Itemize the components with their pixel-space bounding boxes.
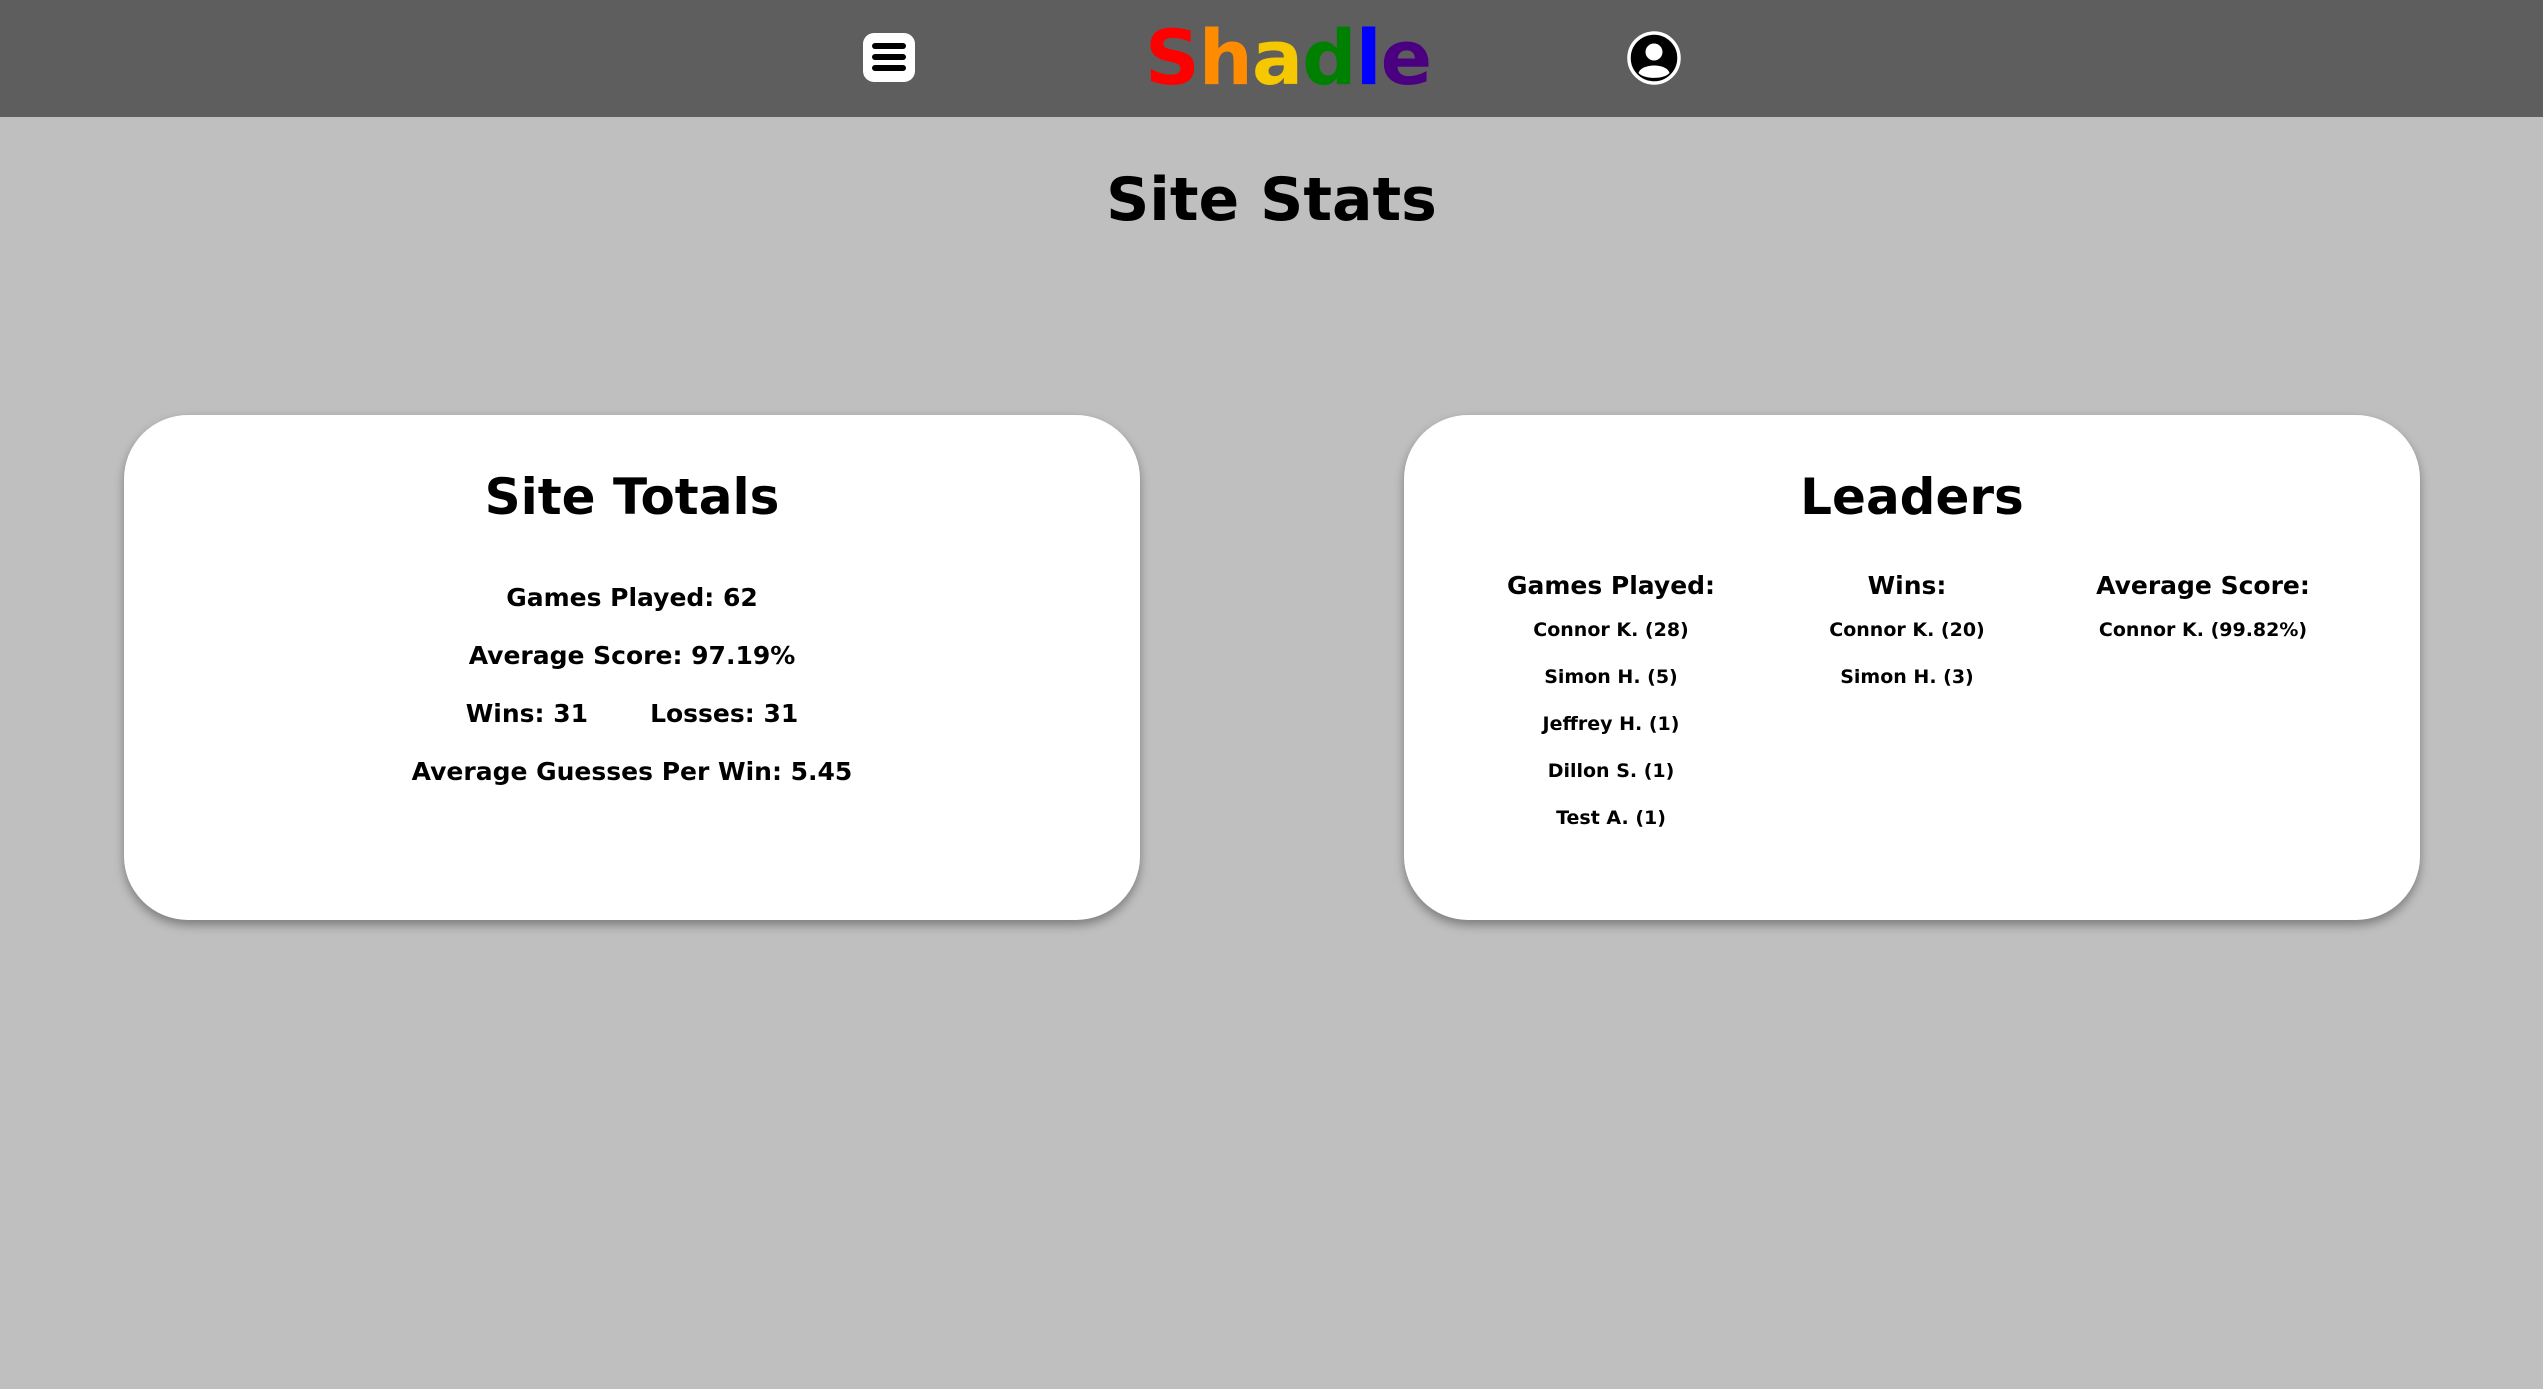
losses-stat: Losses: 31 xyxy=(650,699,799,728)
top-nav-bar: Shadle xyxy=(0,0,2543,117)
leaders-column-heading: Games Played: xyxy=(1506,571,1716,600)
leaders-column-heading: Average Score: xyxy=(2096,571,2310,600)
leader-entry: Connor K. (20) xyxy=(1829,619,1985,641)
logo-letter: d xyxy=(1302,13,1356,102)
leader-entry: Simon H. (3) xyxy=(1840,666,1974,688)
leader-entry: Test A. (1) xyxy=(1556,807,1666,829)
user-circle-icon xyxy=(1627,31,1681,85)
shadle-logo[interactable]: Shadle xyxy=(1145,13,1432,102)
average-score-leaders: Average Score: Connor K. (99.82%) xyxy=(2053,569,2353,665)
profile-button[interactable] xyxy=(1627,31,1681,85)
menu-button[interactable] xyxy=(863,33,915,82)
leader-entry: Connor K. (99.82%) xyxy=(2098,619,2308,641)
site-totals-card: Site Totals Games Played: 62 Average Sco… xyxy=(124,415,1140,920)
leader-entry: Jeffrey H. (1) xyxy=(1542,713,1680,735)
leader-entry: Dillon S. (1) xyxy=(1547,760,1675,782)
logo-letter: l xyxy=(1355,13,1382,102)
leaders-column-heading: Wins: xyxy=(1867,571,1947,600)
logo-letter: S xyxy=(1145,13,1200,102)
games-played-leaders: Games Played: Connor K. (28) Simon H. (5… xyxy=(1461,569,1761,853)
logo-letter: h xyxy=(1198,13,1253,102)
games-played-stat: Games Played: 62 xyxy=(506,583,758,612)
site-totals-title: Site Totals xyxy=(484,468,780,526)
wins-stat: Wins: 31 xyxy=(465,699,589,728)
leader-entry: Simon H. (5) xyxy=(1544,666,1678,688)
wins-leaders: Wins: Connor K. (20) Simon H. (3) xyxy=(1757,569,2057,712)
average-guesses-stat: Average Guesses Per Win: 5.45 xyxy=(411,757,853,786)
logo-letter: e xyxy=(1380,13,1433,102)
logo-letter: a xyxy=(1251,13,1303,102)
win-loss-row: Wins: 31 Losses: 31 xyxy=(124,697,1140,731)
page-title: Site Stats xyxy=(1106,165,1437,235)
leaders-title: Leaders xyxy=(1800,468,2024,526)
average-score-stat: Average Score: 97.19% xyxy=(468,641,796,670)
leader-entry: Connor K. (28) xyxy=(1533,619,1689,641)
leaders-card: Leaders Games Played: Connor K. (28) Sim… xyxy=(1404,415,2420,920)
